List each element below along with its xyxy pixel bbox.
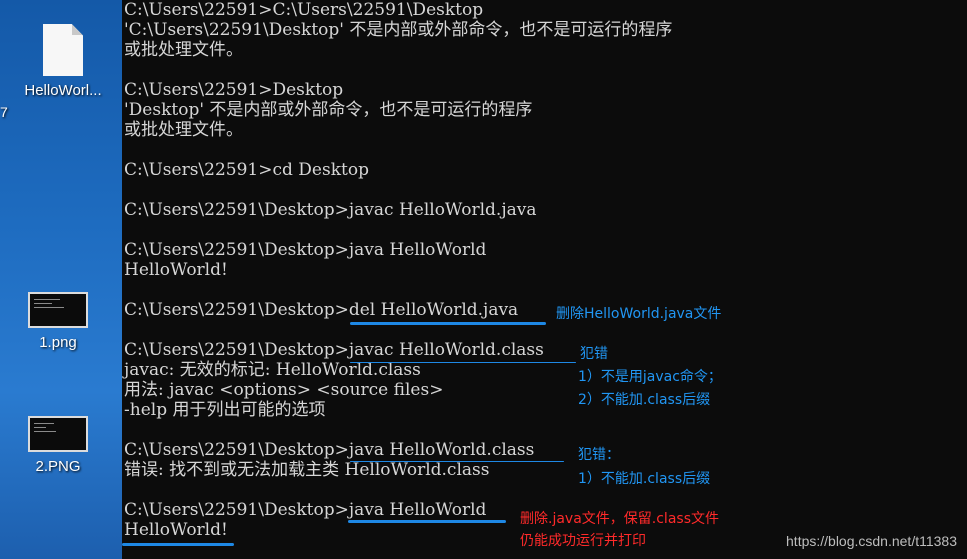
desktop-file-helloworld[interactable]: HelloWorl... (8, 24, 118, 99)
image-thumbnail-icon (28, 416, 88, 452)
terminal-line: C:\Users\22591\Desktop>java HelloWorld.c… (124, 440, 535, 460)
desktop-icon-label: 2.PNG (35, 458, 81, 475)
highlight-underline (350, 322, 546, 325)
annotation-error-title: 犯错 (580, 346, 608, 362)
cmd-terminal[interactable]: C:\Users\22591>C:\Users\22591\Desktop 'C… (122, 0, 967, 559)
terminal-line: C:\Users\22591\Desktop>java HelloWorld (124, 500, 487, 520)
terminal-line: C:\Users\22591\Desktop>javac HelloWorld.… (124, 340, 544, 360)
highlight-underline (348, 520, 506, 523)
desktop-icon-label: 1.png (39, 334, 77, 351)
terminal-line: C:\Users\22591\Desktop>del HelloWorld.ja… (124, 300, 519, 320)
desktop-icon-label: HelloWorl... (24, 82, 102, 99)
terminal-line: HelloWorld! (124, 520, 228, 540)
terminal-line: HelloWorld! (124, 260, 228, 280)
annotation-result-note: 删除.java文件，保留.class文件 (520, 511, 719, 527)
desktop-file-1png[interactable]: 1.png (8, 292, 108, 351)
terminal-line: C:\Users\22591>cd Desktop (124, 160, 369, 180)
image-thumbnail-icon (28, 292, 88, 328)
terminal-line: C:\Users\22591>Desktop (124, 80, 344, 100)
terminal-line: -help 用于列出可能的选项 (124, 400, 326, 420)
terminal-line: javac: 无效的标记: HelloWorld.class (124, 360, 421, 380)
terminal-line: C:\Users\22591\Desktop>java HelloWorld (124, 240, 487, 260)
terminal-line: 或批处理文件。 (124, 120, 243, 140)
desktop-file-2png[interactable]: 2.PNG (8, 416, 108, 475)
terminal-line: 'Desktop' 不是内部或外部命令，也不是可运行的程序 (124, 100, 533, 120)
terminal-line: 'C:\Users\22591\Desktop' 不是内部或外部命令，也不是可运… (124, 20, 673, 40)
file-icon (43, 24, 83, 76)
terminal-line: 用法: javac <options> <source files> (124, 380, 444, 400)
terminal-line: 或批处理文件。 (124, 40, 243, 60)
terminal-line: 错误: 找不到或无法加载主类 HelloWorld.class (124, 460, 490, 480)
highlight-underline (350, 461, 564, 462)
annotation-result-note: 仍能成功运行并打印 (520, 533, 646, 549)
annotation-error-item: 1）不是用javac命令； (578, 369, 722, 385)
watermark: https://blog.csdn.net/t11383 (786, 533, 957, 549)
highlight-underline (350, 362, 576, 363)
edge-digit: 7 (0, 104, 8, 120)
annotation-delete-java: 删除HelloWorld.java文件 (556, 306, 722, 322)
highlight-underline (122, 543, 234, 546)
annotation-error-item: 2）不能加.class后缀 (578, 392, 711, 408)
annotation-error-item: 1）不能加.class后缀 (578, 471, 711, 487)
desktop-area: HelloWorl... 7 1.png 2.PNG (0, 0, 122, 559)
terminal-line: C:\Users\22591\Desktop>javac HelloWorld.… (124, 200, 537, 220)
annotation-error-title: 犯错： (578, 447, 620, 463)
terminal-line: C:\Users\22591>C:\Users\22591\Desktop (124, 0, 484, 20)
